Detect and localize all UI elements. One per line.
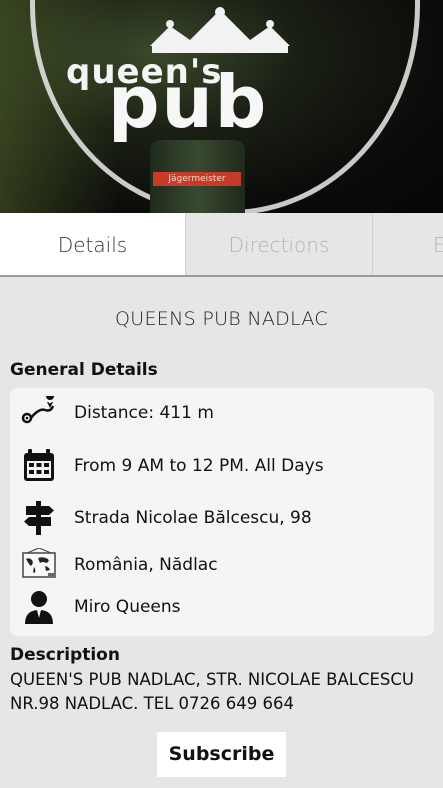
- route-icon: [21, 396, 55, 424]
- map-icon: [22, 548, 56, 578]
- general-details-card: Distance: 411 m From 9 AM to 12 PM. All …: [10, 388, 434, 636]
- owner-text: Miro Queens: [74, 597, 181, 617]
- owner-row: Miro Queens: [10, 587, 434, 627]
- calendar-icon: [24, 449, 54, 481]
- tab-events[interactable]: E: [372, 213, 443, 275]
- person-icon: [25, 591, 53, 624]
- address-row: Strada Nicolae Bălcescu, 98: [10, 498, 434, 538]
- location-row: România, Nădlac: [10, 545, 434, 585]
- subscribe-button[interactable]: Subscribe: [157, 732, 286, 777]
- address-text: Strada Nicolae Bălcescu, 98: [74, 508, 312, 528]
- distance-text: Distance: 411 m: [74, 403, 214, 423]
- logo-text-pub: pub: [108, 60, 269, 144]
- tab-details[interactable]: Details: [0, 213, 185, 275]
- distance-row: Distance: 411 m: [10, 393, 434, 433]
- hours-row: From 9 AM to 12 PM. All Days: [10, 446, 434, 486]
- tab-directions[interactable]: Directions: [185, 213, 372, 275]
- description-heading: Description: [10, 645, 120, 665]
- signpost-icon: [24, 501, 54, 535]
- description-text: QUEEN'S PUB NADLAC, STR. NICOLAE BALCESC…: [10, 670, 415, 713]
- crown-icon: [150, 7, 290, 53]
- header-photo: queen's pub Jägermeister: [0, 0, 443, 213]
- hours-text: From 9 AM to 12 PM. All Days: [74, 456, 324, 476]
- place-title: QUEENS PUB NADLAC: [115, 308, 328, 330]
- tab-bar: Details Directions E: [0, 213, 443, 275]
- general-details-heading: General Details: [10, 360, 158, 380]
- tab-divider: [0, 275, 443, 277]
- location-text: România, Nădlac: [74, 555, 218, 575]
- bottle-label: Jägermeister: [153, 172, 241, 186]
